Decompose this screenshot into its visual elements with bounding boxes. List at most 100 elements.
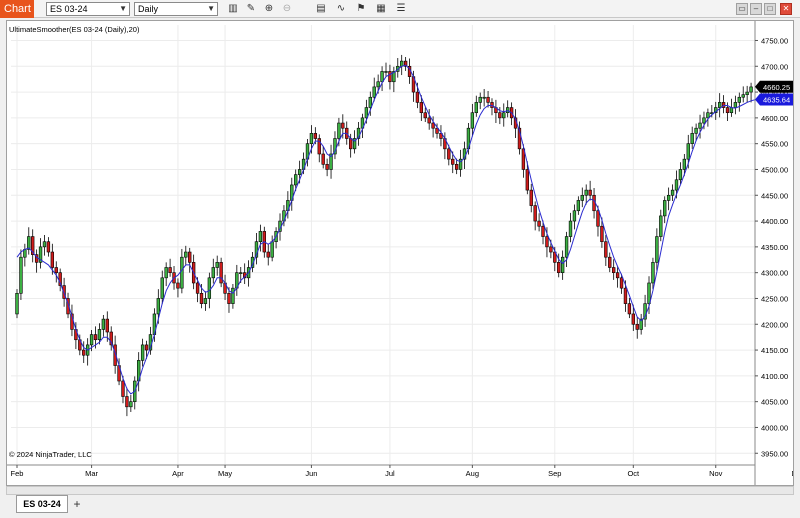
tab-es-03-24[interactable]: ES 03-24 <box>16 495 68 513</box>
candle-body <box>725 107 730 114</box>
candle-body <box>203 298 208 304</box>
draw-icon[interactable]: ✎ <box>244 2 258 16</box>
minimize-icon[interactable]: – <box>750 3 762 15</box>
time-tick-label: Mar <box>85 469 98 478</box>
price-tick-label: 4300.00 <box>761 269 788 278</box>
candle-body <box>388 71 392 83</box>
candle-body <box>341 122 345 129</box>
chart-panel[interactable]: 4750.004700.004650.004600.004550.004500.… <box>6 20 794 486</box>
candle-body <box>101 318 106 330</box>
price-chart[interactable]: 4750.004700.004650.004600.004550.004500.… <box>7 21 793 485</box>
candle-body <box>215 262 219 268</box>
candle-body <box>380 71 384 83</box>
candle-body <box>372 86 376 98</box>
time-tick-label: Feb <box>11 469 24 478</box>
candle-body <box>670 189 675 196</box>
candle-body <box>612 267 616 273</box>
candle-body <box>454 164 459 170</box>
restore-icon[interactable]: ▭ <box>736 3 748 15</box>
candle-body <box>470 112 475 129</box>
candle-body <box>627 303 632 315</box>
time-tick-label: Aug <box>466 469 479 478</box>
candle-body <box>42 241 47 248</box>
price-tick-label: 4350.00 <box>761 243 788 252</box>
properties-icon[interactable]: ▤ <box>314 2 328 16</box>
chart-trader-icon[interactable]: ▦ <box>374 2 388 16</box>
candle-body <box>741 94 745 98</box>
candle-body <box>698 122 702 129</box>
candle-body <box>125 396 129 408</box>
candle-body <box>604 241 608 258</box>
candle-body <box>313 133 318 139</box>
candle-body <box>490 102 494 108</box>
candle-body <box>419 102 424 114</box>
candle-body <box>325 164 329 170</box>
candle-body <box>129 401 133 408</box>
candle-body <box>195 282 200 294</box>
price-tick-label: 4750.00 <box>761 36 788 45</box>
candle-body <box>474 102 478 114</box>
candle-body <box>686 143 690 160</box>
price-tick-label: 4000.00 <box>761 423 788 432</box>
candle-body <box>384 71 388 73</box>
close-icon[interactable]: ✕ <box>780 3 792 15</box>
candle-body <box>678 169 683 181</box>
candle-body <box>176 282 180 289</box>
indicator-line <box>16 64 759 395</box>
candle-body <box>659 215 663 237</box>
window-title-tag[interactable]: Chart <box>0 0 34 18</box>
price-tick-label: 4400.00 <box>761 217 788 226</box>
zoom-out-icon[interactable]: ⊖ <box>280 2 294 16</box>
candle-body <box>498 112 502 119</box>
candle-body <box>729 107 734 114</box>
candle-body <box>568 220 573 237</box>
candle-body <box>537 220 541 227</box>
candle-body <box>549 246 553 253</box>
candle-body <box>502 112 506 119</box>
horizontal-scrollbar[interactable] <box>6 486 794 495</box>
candle-body <box>451 158 455 165</box>
indicators-icon[interactable]: ∿ <box>334 2 348 16</box>
strategy-icon[interactable]: ⚑ <box>354 2 368 16</box>
add-tab-icon[interactable]: + <box>70 497 84 511</box>
interval-selector[interactable]: Daily ▼ <box>134 2 218 16</box>
candle-body <box>733 102 738 108</box>
price-tick-label: 4200.00 <box>761 320 788 329</box>
time-tick-label: Sep <box>548 469 561 478</box>
candle-body <box>486 96 490 103</box>
candle-body <box>121 380 125 397</box>
candle-body <box>600 225 604 243</box>
tab-strip: ES 03-24 + <box>0 495 800 518</box>
interval-selector-value: Daily <box>138 4 159 14</box>
candle-body <box>572 210 577 222</box>
candle-body <box>576 200 581 212</box>
price-tick-label: 4050.00 <box>761 398 788 407</box>
zoom-in-icon[interactable]: ⊕ <box>262 2 276 16</box>
maximize-icon[interactable]: □ <box>764 3 776 15</box>
candle-body <box>427 117 431 124</box>
candle-body <box>702 117 706 124</box>
candle-body <box>674 179 679 191</box>
bar-style-icon[interactable]: ▥ <box>226 2 240 16</box>
candle-body <box>337 122 341 139</box>
candle-body <box>376 81 380 88</box>
candle-body <box>93 334 98 341</box>
candle-body <box>82 349 86 356</box>
instrument-selector[interactable]: ES 03-24 ▼ <box>46 2 130 16</box>
candle-body <box>525 169 529 191</box>
candle-body <box>737 96 741 103</box>
candle-body <box>211 267 215 279</box>
candle-body <box>19 256 23 294</box>
candle-body <box>478 96 482 103</box>
candle-body <box>545 236 549 248</box>
template-icon[interactable]: ☰ <box>394 2 408 16</box>
candle-body <box>631 313 635 325</box>
time-tick-label: Jun <box>305 469 317 478</box>
candle-body <box>635 323 639 330</box>
candle-body <box>584 189 588 196</box>
candle-body <box>619 277 624 289</box>
candle-body <box>321 153 325 165</box>
price-tick-label: 4500.00 <box>761 165 788 174</box>
last-price-tag: 4660.25 <box>763 83 790 92</box>
candle-body <box>482 96 486 99</box>
